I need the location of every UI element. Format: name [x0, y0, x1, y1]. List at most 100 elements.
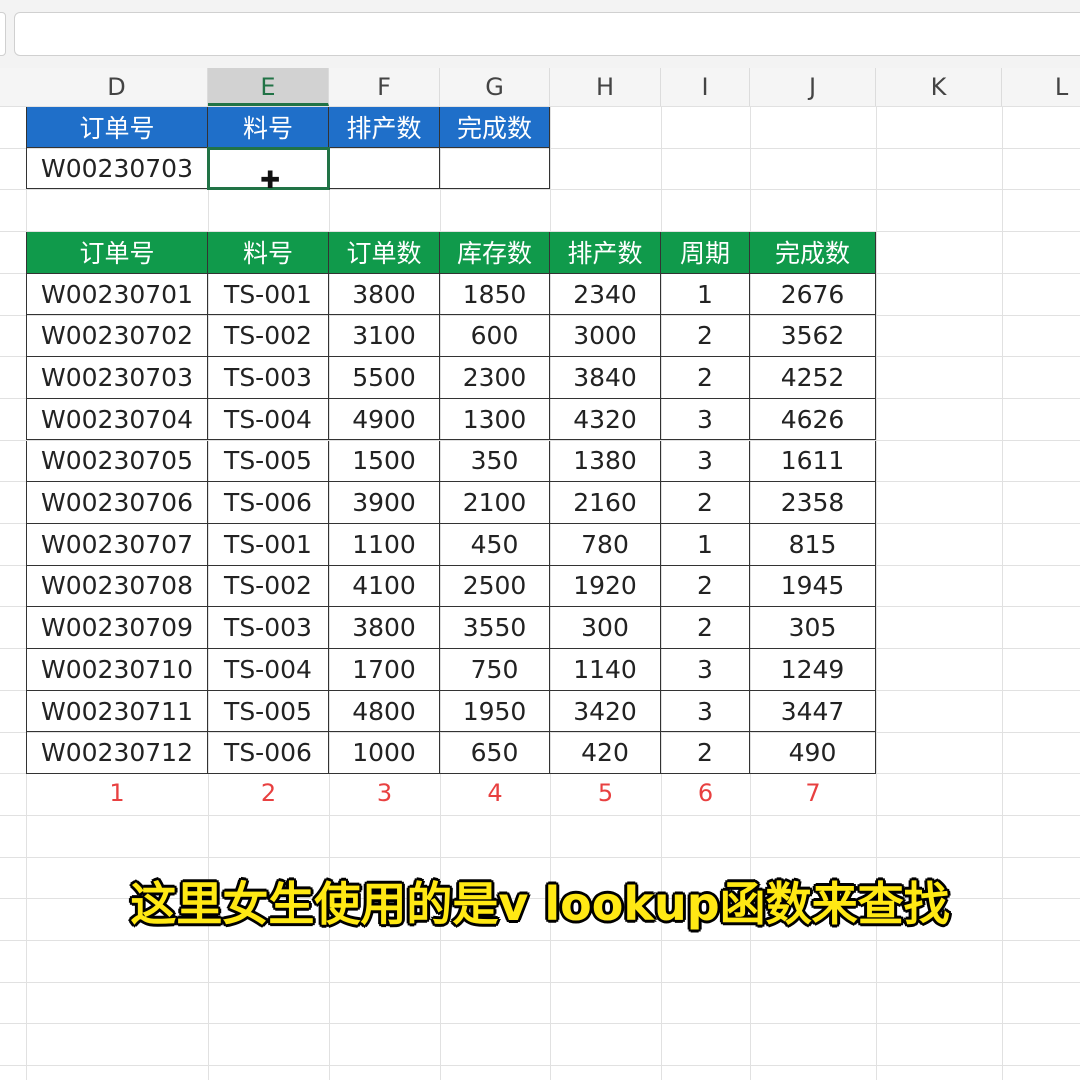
table-cell[interactable]: 3420	[550, 690, 661, 733]
table-cell[interactable]: 2	[661, 315, 750, 358]
table-cell[interactable]: 750	[440, 649, 550, 691]
table-cell[interactable]: TS-001	[208, 273, 329, 316]
column-header-e[interactable]: E	[208, 68, 329, 106]
table-cell[interactable]: TS-005	[208, 440, 329, 483]
table-cell[interactable]: 1945	[750, 565, 876, 608]
table-cell[interactable]: TS-002	[208, 565, 329, 608]
table-cell[interactable]: W00230702	[26, 315, 208, 358]
table-cell[interactable]: 780	[550, 523, 661, 566]
table-cell[interactable]: 3800	[329, 273, 440, 316]
table-cell[interactable]: 3000	[550, 315, 661, 358]
table-cell[interactable]: 2	[661, 607, 750, 649]
table-cell[interactable]: 1300	[440, 398, 550, 441]
table-cell[interactable]: 1920	[550, 565, 661, 608]
table-cell[interactable]: 3900	[329, 482, 440, 524]
column-header-k[interactable]: K	[876, 68, 1002, 106]
table-cell[interactable]: 2	[661, 357, 750, 399]
table-cell[interactable]: W00230712	[26, 732, 208, 775]
table-cell[interactable]: 1611	[750, 440, 876, 483]
table-cell[interactable]: 1850	[440, 273, 550, 316]
column-header-f[interactable]: F	[329, 68, 440, 106]
lookup-header-cell[interactable]: 排产数	[329, 107, 440, 148]
lookup-value-cell[interactable]	[329, 148, 440, 189]
table-cell[interactable]: W00230709	[26, 607, 208, 649]
table-cell[interactable]: 490	[750, 732, 876, 775]
table-cell[interactable]: 2340	[550, 273, 661, 316]
table-cell[interactable]: 650	[440, 732, 550, 775]
table-cell[interactable]: TS-005	[208, 690, 329, 733]
table-cell[interactable]: 3	[661, 690, 750, 733]
column-header-i[interactable]: I	[661, 68, 750, 106]
table-cell[interactable]: W00230707	[26, 523, 208, 566]
table-cell[interactable]: 3550	[440, 607, 550, 649]
table-cell[interactable]: 4900	[329, 398, 440, 441]
table-cell[interactable]: 2	[661, 565, 750, 608]
lookup-header-cell[interactable]: 料号	[208, 107, 329, 148]
table-cell[interactable]: 4800	[329, 690, 440, 733]
table-cell[interactable]: W00230705	[26, 440, 208, 483]
table-cell[interactable]: 1140	[550, 649, 661, 691]
table-cell[interactable]: 3	[661, 398, 750, 441]
lookup-value-cell[interactable]	[440, 148, 550, 189]
table-cell[interactable]: TS-004	[208, 398, 329, 441]
table-cell[interactable]: TS-003	[208, 357, 329, 399]
table-cell[interactable]: TS-003	[208, 607, 329, 649]
table-cell[interactable]: 3562	[750, 315, 876, 358]
table-cell[interactable]: 1500	[329, 440, 440, 483]
table-cell[interactable]: 1950	[440, 690, 550, 733]
table-cell[interactable]: 5500	[329, 357, 440, 399]
table-cell[interactable]: 1700	[329, 649, 440, 691]
table-cell[interactable]: 3	[661, 649, 750, 691]
table-cell[interactable]: 305	[750, 607, 876, 649]
table-cell[interactable]: 3800	[329, 607, 440, 649]
table-cell[interactable]: 350	[440, 440, 550, 483]
table-cell[interactable]: 1100	[329, 523, 440, 566]
table-cell[interactable]: W00230711	[26, 690, 208, 733]
table-cell[interactable]: 450	[440, 523, 550, 566]
table-header-cell[interactable]: 订单号	[26, 232, 208, 274]
table-cell[interactable]: 4100	[329, 565, 440, 608]
table-cell[interactable]: 815	[750, 523, 876, 566]
table-header-cell[interactable]: 订单数	[329, 232, 440, 274]
table-cell[interactable]: 4252	[750, 357, 876, 399]
table-cell[interactable]: 1	[661, 523, 750, 566]
name-box[interactable]	[0, 12, 6, 56]
lookup-header-cell[interactable]: 完成数	[440, 107, 550, 148]
table-cell[interactable]: 420	[550, 732, 661, 775]
table-cell[interactable]: 2	[661, 732, 750, 775]
table-header-cell[interactable]: 库存数	[440, 232, 550, 274]
table-cell[interactable]: 3100	[329, 315, 440, 358]
column-header-g[interactable]: G	[440, 68, 550, 106]
table-header-cell[interactable]: 排产数	[550, 232, 661, 274]
table-cell[interactable]: 2300	[440, 357, 550, 399]
table-cell[interactable]: W00230710	[26, 649, 208, 691]
table-cell[interactable]: 2100	[440, 482, 550, 524]
formula-bar[interactable]	[14, 12, 1080, 56]
column-header-h[interactable]: H	[550, 68, 661, 106]
table-cell[interactable]: W00230703	[26, 357, 208, 399]
table-cell[interactable]: 2	[661, 482, 750, 524]
table-cell[interactable]: 600	[440, 315, 550, 358]
table-header-cell[interactable]: 完成数	[750, 232, 876, 274]
table-cell[interactable]: TS-002	[208, 315, 329, 358]
table-cell[interactable]: TS-006	[208, 482, 329, 524]
table-cell[interactable]: TS-004	[208, 649, 329, 691]
table-header-cell[interactable]: 料号	[208, 232, 329, 274]
table-cell[interactable]: W00230701	[26, 273, 208, 316]
table-cell[interactable]: 3	[661, 440, 750, 483]
table-cell[interactable]: 4626	[750, 398, 876, 441]
table-cell[interactable]: 3840	[550, 357, 661, 399]
table-cell[interactable]: 2676	[750, 273, 876, 316]
column-header-d[interactable]: D	[26, 68, 208, 106]
column-header-j[interactable]: J	[750, 68, 876, 106]
column-header-l[interactable]: L	[1002, 68, 1080, 106]
table-cell[interactable]: 2160	[550, 482, 661, 524]
table-cell[interactable]: 3447	[750, 690, 876, 733]
table-cell[interactable]: TS-001	[208, 523, 329, 566]
table-header-cell[interactable]: 周期	[661, 232, 750, 274]
table-cell[interactable]: 4320	[550, 398, 661, 441]
table-cell[interactable]: 1249	[750, 649, 876, 691]
table-cell[interactable]: 1	[661, 273, 750, 316]
table-cell[interactable]: 2358	[750, 482, 876, 524]
lookup-header-cell[interactable]: 订单号	[26, 107, 208, 148]
